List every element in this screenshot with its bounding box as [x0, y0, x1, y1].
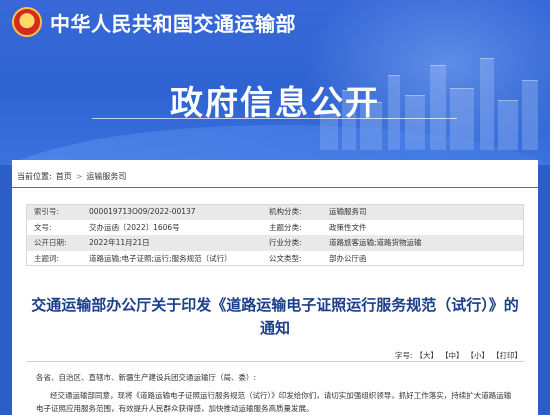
- breadcrumb-home-link[interactable]: 首页: [56, 171, 72, 182]
- meta-label: 公开日期:: [26, 235, 81, 251]
- emblem-star-icon: ★: [21, 15, 33, 29]
- meta-row: 索引号: 000019713O09/2022-00137 机构分类: 运输服务司: [26, 204, 524, 220]
- breadcrumb-dept-link[interactable]: 运输服务司: [86, 171, 126, 182]
- hero-title: 政府信息公开: [170, 83, 380, 122]
- font-size-label: 字号:: [394, 351, 413, 360]
- font-medium-button[interactable]: 【中】: [441, 350, 464, 361]
- content-panel: 当前位置: 首页 > 运输服务司 索引号: 000019713O09/2022-…: [12, 160, 538, 415]
- meta-label: 机构分类:: [261, 204, 321, 220]
- meta-value: 部办公厅函: [321, 250, 524, 266]
- breadcrumb-divider: [12, 187, 538, 188]
- hero-divider: [92, 118, 457, 119]
- document-title-line1: 交通运输部办公厅关于印发《道路运输电子证照运行服务规范（试行）》的: [31, 296, 519, 314]
- breadcrumb-prefix: 当前位置:: [17, 172, 52, 181]
- document-title-line2: 通知: [259, 319, 290, 337]
- national-emblem-icon[interactable]: ★: [12, 7, 42, 37]
- font-size-controls: 字号: 【大】 【中】 【小】 【打印】: [395, 350, 522, 361]
- content-divider: [26, 361, 524, 362]
- breadcrumb: 当前位置: 首页 > 运输服务司: [17, 171, 126, 182]
- meta-value: 000019713O09/2022-00137: [81, 204, 261, 220]
- meta-label: 主题分类:: [261, 219, 321, 235]
- salutation-text: 各省、自治区、直辖市、新疆生产建设兵团交通运输厅（局、委）:: [36, 373, 257, 382]
- print-button[interactable]: 【打印】: [492, 350, 522, 361]
- meta-row: 文号: 交办运函〔2022〕1606号 主题分类: 政策性文件: [26, 219, 524, 235]
- document-meta-table: 索引号: 000019713O09/2022-00137 机构分类: 运输服务司…: [26, 204, 524, 266]
- header-banner: ★ 中华人民共和国交通运输部 政府信息公开: [0, 0, 550, 165]
- document-title: 交通运输部办公厅关于印发《道路运输电子证照运行服务规范（试行）》的 通知: [28, 294, 522, 340]
- body-paragraph-line: 经交通运输部同意，现将《道路运输电子证照运行服务规范（试行）》印发给你们，请切实…: [50, 391, 512, 400]
- meta-value: 政策性文件: [321, 219, 524, 235]
- meta-label: 文号:: [26, 219, 81, 235]
- meta-value: 道路旅客运输;道路货物运输: [321, 235, 524, 251]
- site-title[interactable]: 中华人民共和国交通运输部: [50, 8, 296, 37]
- breadcrumb-separator: >: [75, 172, 83, 181]
- meta-value: 2022年11月21日: [81, 235, 261, 251]
- font-large-button[interactable]: 【大】: [416, 350, 439, 361]
- meta-label: 索引号:: [26, 204, 81, 220]
- meta-label: 行业分类:: [261, 235, 321, 251]
- meta-row: 公开日期: 2022年11月21日 行业分类: 道路旅客运输;道路货物运输: [26, 235, 524, 251]
- meta-label: 公文类型:: [261, 250, 321, 266]
- meta-value: 运输服务司: [321, 204, 524, 220]
- meta-value: 道路运输;电子证照;运行;服务规范（试行）: [81, 250, 261, 266]
- meta-label: 主题词:: [26, 250, 81, 266]
- body-paragraph-line: 电子证照应用服务范围，有效提升人民群众获得感，加快推动运输服务高质量发展。: [36, 404, 314, 413]
- meta-value: 交办运函〔2022〕1606号: [81, 219, 261, 235]
- meta-row: 主题词: 道路运输;电子证照;运行;服务规范（试行） 公文类型: 部办公厅函: [26, 250, 524, 266]
- font-small-button[interactable]: 【小】: [467, 350, 490, 361]
